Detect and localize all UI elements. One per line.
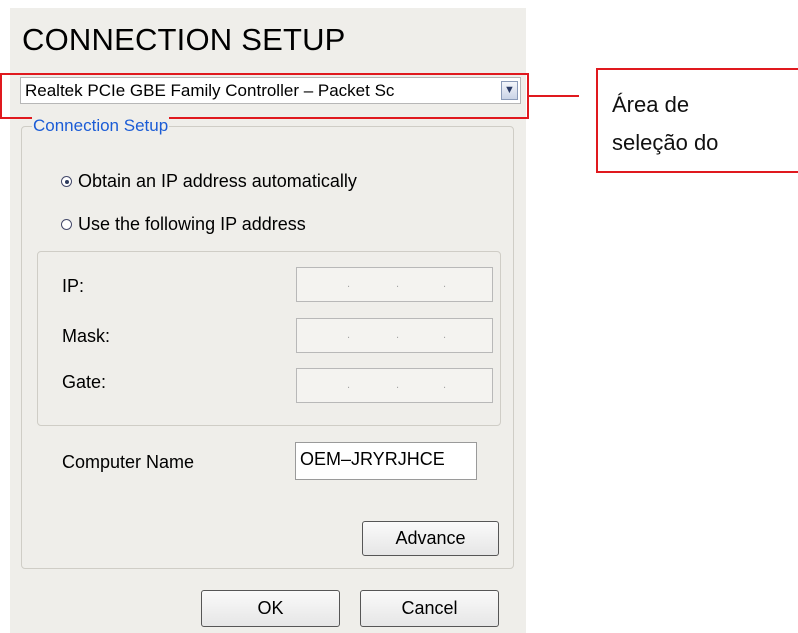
mask-field[interactable]: . . . xyxy=(296,318,493,353)
ok-button[interactable]: OK xyxy=(201,590,340,627)
dialog-title: CONNECTION SETUP xyxy=(22,22,346,57)
annotation-connector-line xyxy=(529,95,579,97)
ip-dot: . xyxy=(347,379,351,391)
radio-use-following-ip[interactable]: Use the following IP address xyxy=(61,214,306,235)
mask-label: Mask: xyxy=(62,326,111,346)
computer-name-input[interactable]: OEM–JRYRJHCE xyxy=(295,442,477,480)
adapter-highlight-box xyxy=(0,73,529,119)
ip-label: IP: xyxy=(62,276,85,296)
radio-obtain-ip-auto[interactable]: Obtain an IP address automatically xyxy=(61,171,357,192)
callout-line: Área de xyxy=(612,92,690,117)
ip-dot: . xyxy=(443,278,447,290)
advance-button[interactable]: Advance xyxy=(362,521,499,556)
radio-label: Use the following IP address xyxy=(78,214,306,234)
ip-dot: . xyxy=(347,329,351,341)
ip-dot: . xyxy=(396,329,400,341)
ip-dot: . xyxy=(396,278,400,290)
callout-text: Área de seleção do xyxy=(612,86,718,162)
ip-dot: . xyxy=(347,278,351,290)
ip-address-field[interactable]: . . . xyxy=(296,267,493,302)
ip-dot: . xyxy=(396,379,400,391)
annotation-callout: Área de seleção do xyxy=(596,68,798,173)
ip-dot: . xyxy=(443,329,447,341)
radio-label: Obtain an IP address automatically xyxy=(78,171,357,191)
radio-unchecked-icon[interactable] xyxy=(61,219,72,230)
gate-label: Gate: xyxy=(62,372,107,392)
cancel-button[interactable]: Cancel xyxy=(360,590,499,627)
computer-name-label: Computer Name xyxy=(62,452,195,472)
callout-line: seleção do xyxy=(612,130,719,155)
ip-dot: . xyxy=(443,379,447,391)
group-title: Connection Setup xyxy=(32,116,170,136)
radio-checked-icon[interactable] xyxy=(61,176,72,187)
gateway-field[interactable]: . . . xyxy=(296,368,493,403)
